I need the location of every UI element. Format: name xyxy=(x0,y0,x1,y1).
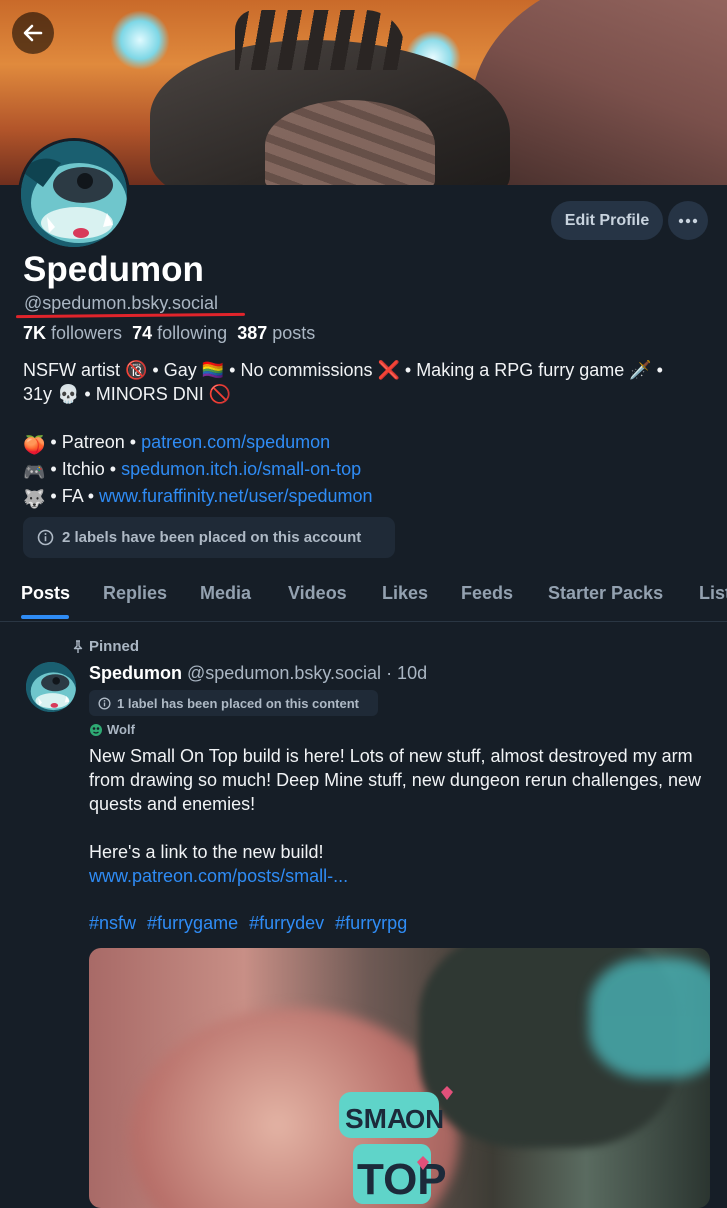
followers-count: 7K xyxy=(23,323,47,343)
post-link[interactable]: www.patreon.com/posts/small-... xyxy=(89,866,348,886)
post-image[interactable]: SMA ON TOP xyxy=(89,948,710,1208)
post-paragraph-gap xyxy=(89,816,719,840)
patreon-link[interactable]: patreon.com/spedumon xyxy=(141,432,330,452)
tab-lists[interactable]: Lists xyxy=(699,583,727,604)
more-options-button[interactable] xyxy=(668,201,708,240)
bio-link-prefix: • Patreon • xyxy=(45,432,142,452)
following-count: 74 xyxy=(132,323,153,343)
post-paragraph: Here's a link to the new build! xyxy=(89,842,324,862)
posts-stat: 387 posts xyxy=(237,323,315,343)
content-labels-text: 1 label has been placed on this content xyxy=(117,695,359,711)
gamepad-emoji-icon: 🎮 xyxy=(23,462,46,482)
account-labels-button[interactable]: 2 labels have been placed on this accoun… xyxy=(23,517,395,558)
small-on-top-logo: SMA ON TOP xyxy=(339,1086,453,1204)
post-author-name[interactable]: Spedumon xyxy=(89,663,182,683)
banner-lantern xyxy=(110,10,170,70)
followers-stat[interactable]: 7K followers xyxy=(23,323,122,343)
edit-profile-button[interactable]: Edit Profile xyxy=(551,201,663,240)
tab-feeds[interactable]: Feeds xyxy=(461,583,513,604)
content-labels-button[interactable]: 1 label has been placed on this content xyxy=(89,690,378,716)
hashtag-link[interactable]: #nsfw xyxy=(89,913,136,933)
image-blur-area xyxy=(589,958,710,1078)
peach-emoji-icon: 🍑 xyxy=(23,435,46,455)
post-header: Spedumon @spedumon.bsky.social · 10d xyxy=(89,663,427,684)
post-author-handle[interactable]: @spedumon.bsky.social xyxy=(187,663,381,683)
info-icon xyxy=(37,529,54,546)
display-name: Spedumon xyxy=(23,250,204,289)
following-stat[interactable]: 74 following xyxy=(132,323,227,343)
banner-creature-spikes xyxy=(235,10,405,70)
post-body: New Small On Top build is here! Lots of … xyxy=(89,744,719,888)
logo-text-small: SMA xyxy=(345,1103,407,1134)
back-button[interactable] xyxy=(12,12,54,54)
bio-link-row: 🍑 • Patreon • patreon.com/spedumon xyxy=(23,430,718,457)
wolf-emoji-icon: 🐺 xyxy=(23,489,46,509)
bio-line: NSFW artist 🔞 • Gay 🏳️‍🌈 • No commission… xyxy=(23,360,663,380)
active-tab-indicator xyxy=(21,615,69,619)
info-icon xyxy=(98,696,111,710)
tab-starter-packs[interactable]: Starter Packs xyxy=(548,583,663,604)
posts-count: 387 xyxy=(237,323,268,343)
pinned-indicator: Pinned xyxy=(71,638,139,655)
avatar-art xyxy=(26,662,76,712)
hashtag-link[interactable]: #furrydev xyxy=(249,913,324,933)
posts-label: posts xyxy=(272,323,316,343)
post-paragraph: New Small On Top build is here! Lots of … xyxy=(89,746,702,814)
following-label: following xyxy=(157,323,228,343)
pinned-label: Pinned xyxy=(89,638,140,655)
followers-label: followers xyxy=(51,323,123,343)
tab-likes[interactable]: Likes xyxy=(382,583,428,604)
account-labels-text: 2 labels have been placed on this accoun… xyxy=(62,529,362,546)
tab-posts[interactable]: Posts xyxy=(21,583,70,604)
more-dots-icon xyxy=(678,218,698,223)
post-author-avatar[interactable] xyxy=(26,662,76,712)
furaffinity-link[interactable]: www.furaffinity.net/user/spedumon xyxy=(99,486,372,506)
profile-stats: 7K followers 74 following 387 posts xyxy=(23,323,315,344)
bio-link-row: 🎮 • Itchio • spedumon.itch.io/small-on-t… xyxy=(23,457,718,484)
bio-line: 31y 💀 • MINORS DNI 🚫 xyxy=(23,384,232,404)
bio-link-prefix: • Itchio • xyxy=(45,459,122,479)
tab-videos[interactable]: Videos xyxy=(288,583,347,604)
logo-text-top: TOP xyxy=(357,1155,447,1204)
bio-link-prefix: • FA • xyxy=(45,486,100,506)
post-hashtags: #nsfw #furrygame #furrydev #furryrpg xyxy=(89,913,413,934)
bio-spacer xyxy=(23,406,718,430)
tab-replies[interactable]: Replies xyxy=(103,583,167,604)
post-tag-text: Wolf xyxy=(107,722,135,737)
globe-icon xyxy=(90,723,102,736)
profile-avatar[interactable] xyxy=(18,138,130,250)
banner-creature-belly xyxy=(265,100,435,185)
avatar-art xyxy=(21,141,127,247)
post-tag-label[interactable]: Wolf xyxy=(89,722,135,737)
tab-media[interactable]: Media xyxy=(200,583,251,604)
logo-text-on: ON xyxy=(405,1104,444,1134)
bio-link-row: 🐺 • FA • www.furaffinity.net/user/spedum… xyxy=(23,484,718,511)
profile-tabs: Posts Replies Media Videos Likes Feeds S… xyxy=(0,571,727,622)
back-arrow-icon xyxy=(23,24,43,42)
hashtag-link[interactable]: #furrygame xyxy=(147,913,238,933)
pin-icon xyxy=(73,639,83,653)
hashtag-link[interactable]: #furryrpg xyxy=(335,913,407,933)
profile-handle[interactable]: @spedumon.bsky.social xyxy=(24,293,218,314)
post-timestamp[interactable]: · 10d xyxy=(386,663,427,683)
profile-bio: NSFW artist 🔞 • Gay 🏳️‍🌈 • No commission… xyxy=(23,358,718,511)
itchio-link[interactable]: spedumon.itch.io/small-on-top xyxy=(121,459,361,479)
